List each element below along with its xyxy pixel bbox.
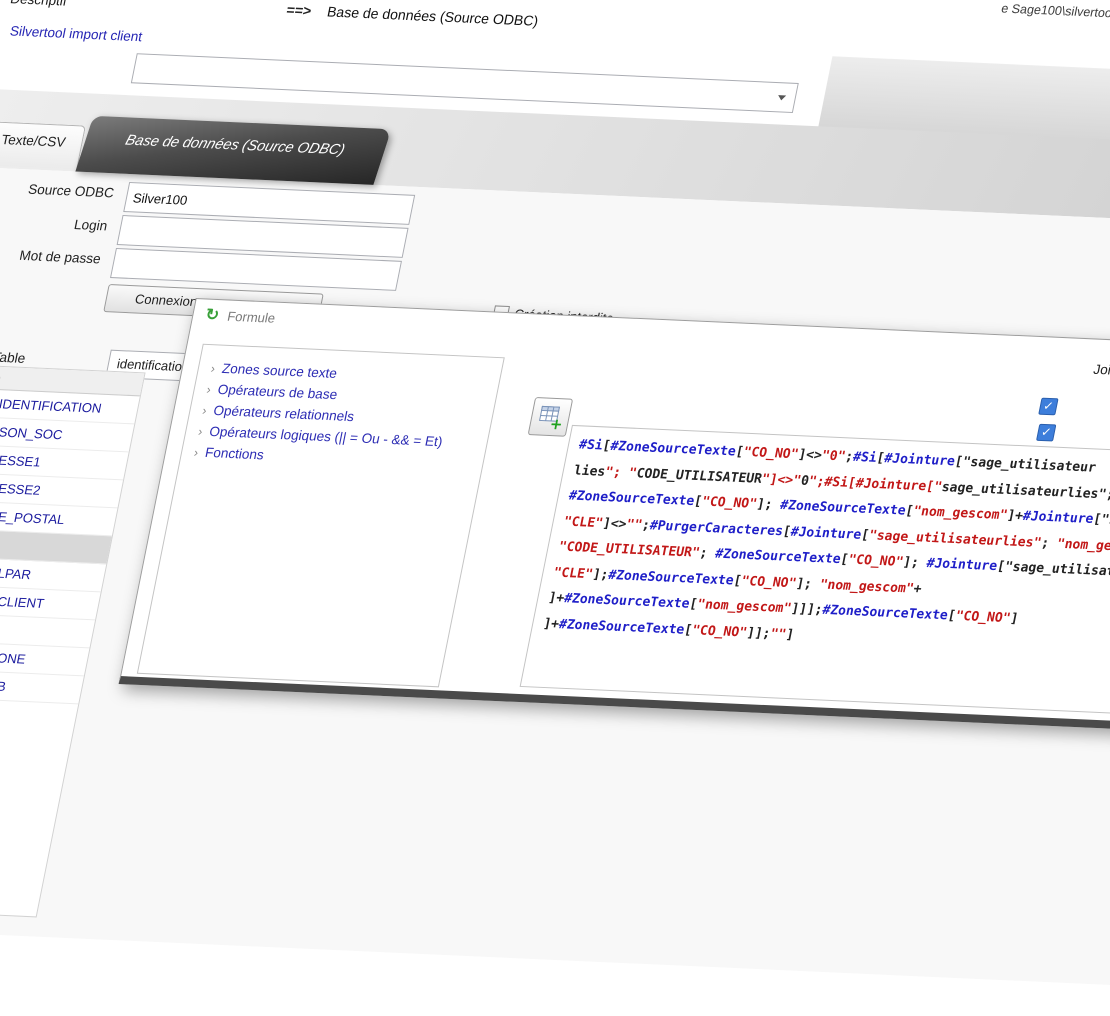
jointure-checkbox-1[interactable]: ✓ [1038, 398, 1058, 416]
insert-table-button[interactable]: + [528, 397, 574, 437]
chevron-down-icon [777, 95, 786, 100]
tree-item-label: Fonctions [204, 445, 266, 463]
formule-dialog-title: Formule [226, 309, 277, 326]
table-add-icon: + [536, 403, 565, 430]
jointure-checkbox-2[interactable]: ✓ [1036, 424, 1056, 442]
formula-elements-tree: ›Zones source texte›Opérateurs de base›O… [137, 344, 505, 688]
tree-item-label: Zones source texte [221, 361, 339, 381]
app-window: e Sage100\silvertool_i Descriptif ==>Bas… [0, 0, 1110, 1016]
tree-expand-icon[interactable]: › [201, 403, 208, 417]
tree-expand-icon[interactable]: › [205, 382, 212, 396]
tree-expand-icon[interactable]: › [210, 361, 217, 375]
tree-expand-icon[interactable]: › [193, 445, 200, 459]
svg-text:+: + [548, 415, 564, 430]
tab-texte-csv[interactable]: Texte/CSV [0, 121, 86, 169]
formule-dialog[interactable]: ↻ Formule › Zones source texte › Opérateurs… [119, 298, 1110, 736]
formula-icon: ↻ [204, 305, 221, 326]
jointures-label: Jointures [1092, 362, 1110, 379]
tree-expand-icon[interactable]: › [197, 424, 204, 438]
arrow-icon: ==> [285, 2, 313, 19]
tree-item-label: Opérateurs de base [216, 382, 338, 402]
formula-code-editor[interactable]: #Si[#ZoneSourceTexte["CO_NO"]<>"0";#Si[#… [520, 425, 1110, 721]
